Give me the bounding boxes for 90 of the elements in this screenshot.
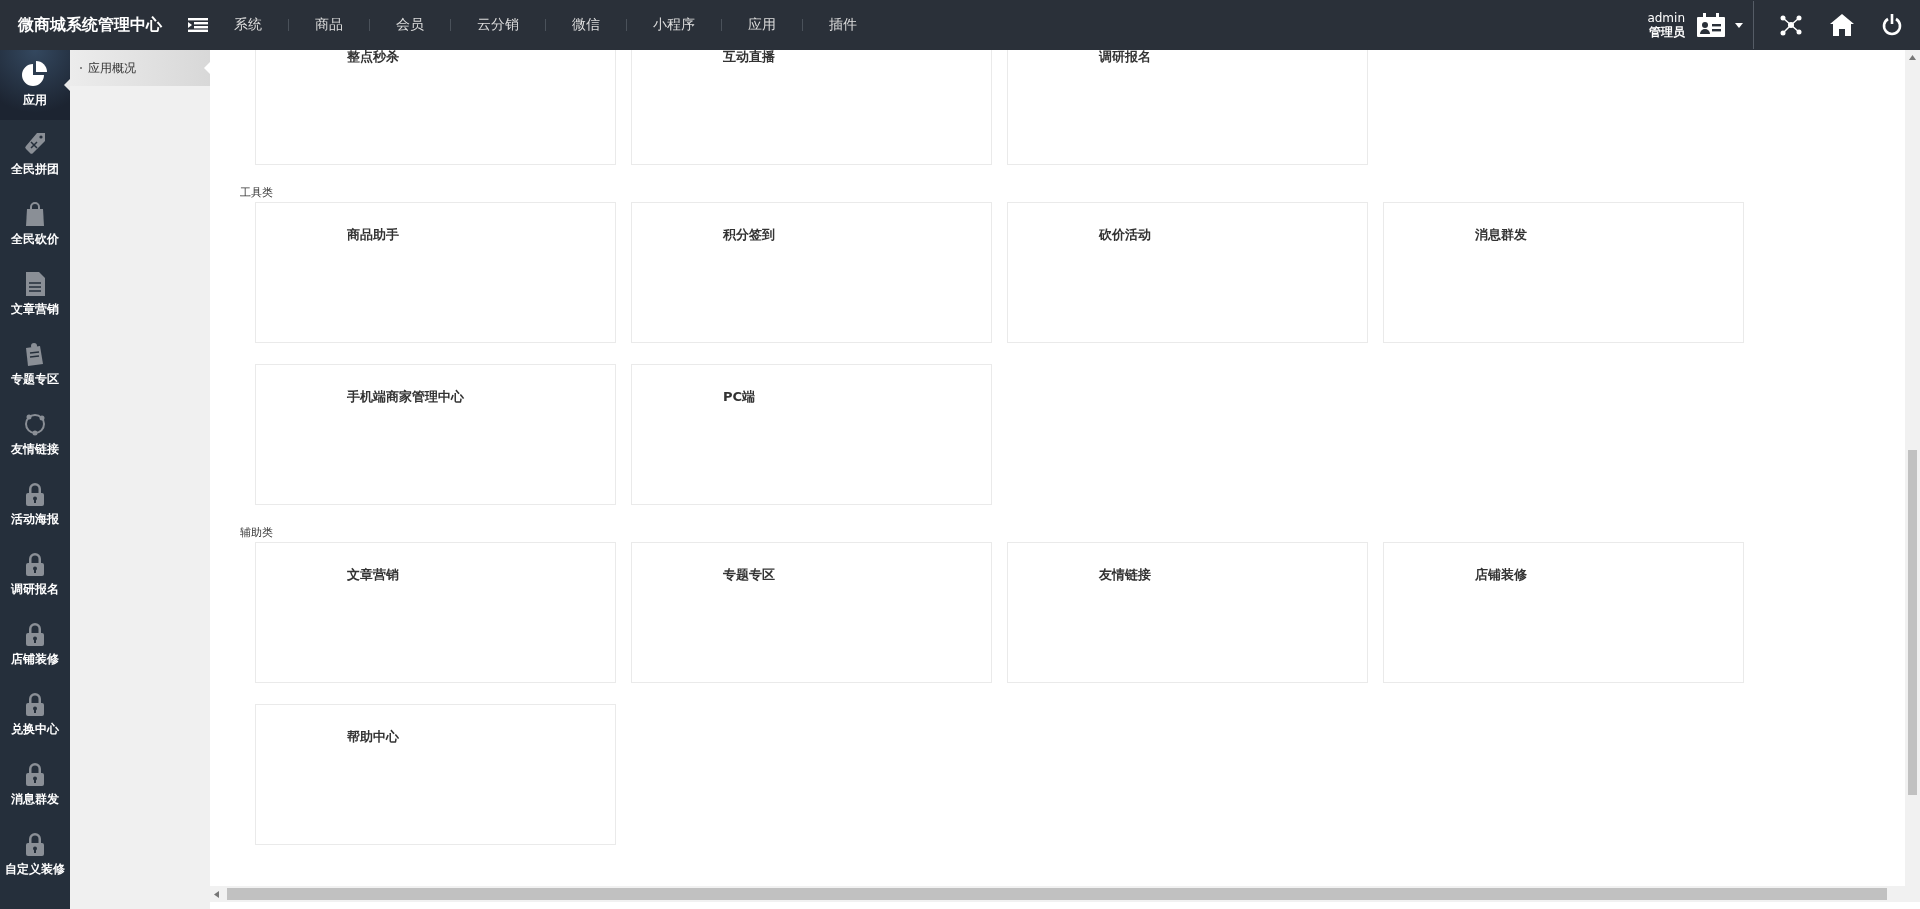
pie-chart-icon <box>22 61 48 87</box>
lock-icon <box>24 692 46 716</box>
sidebar-item[interactable]: 文章营销 <box>0 260 70 330</box>
sidebar-item[interactable]: 活动海报 <box>0 470 70 540</box>
tag-icon <box>23 132 47 156</box>
nav-item[interactable]: 云分销 <box>451 16 545 34</box>
sidebar-label: 活动海报 <box>11 511 59 528</box>
app-card[interactable]: 商品助手 <box>255 202 616 343</box>
notes-icon <box>24 342 46 366</box>
app-card[interactable]: 手机端商家管理中心 <box>255 364 616 505</box>
lock-icon <box>24 832 46 856</box>
caret-icon[interactable] <box>1735 22 1743 28</box>
app-card[interactable]: 店铺装修 <box>1383 542 1744 683</box>
section-label: 辅助类 <box>240 525 273 540</box>
app-title: 微商城系统管理中心 <box>18 14 163 36</box>
scroll-thumb[interactable] <box>227 888 1887 900</box>
lock-icon <box>24 552 46 576</box>
sidebar-label: 友情链接 <box>11 441 59 458</box>
scroll-up-icon[interactable] <box>1909 55 1916 60</box>
shopping-bag-icon <box>25 202 45 226</box>
app-card[interactable]: 互动直播 <box>631 50 992 165</box>
app-card[interactable]: 帮助中心 <box>255 704 616 845</box>
app-card[interactable]: 友情链接 <box>1007 542 1368 683</box>
user-role: 管理员 <box>1649 25 1685 39</box>
sidebar-item[interactable]: 自定义装修 <box>0 820 70 890</box>
card-title: 砍价活动 <box>1099 227 1151 242</box>
document-icon <box>25 272 45 296</box>
sidebar-item[interactable]: 友情链接 <box>0 400 70 470</box>
app-card[interactable]: PC端 <box>631 364 992 505</box>
scroll-left-icon[interactable] <box>214 890 219 898</box>
app-card[interactable]: 整点秒杀 <box>255 50 616 165</box>
sidebar-label: 应用 <box>23 92 47 109</box>
sidebar-label: 自定义装修 <box>5 861 65 878</box>
card-title: 调研报名 <box>1099 50 1151 64</box>
sidebar-item[interactable]: 店铺装修 <box>0 610 70 680</box>
card-title: 店铺装修 <box>1475 567 1527 582</box>
sidebar-item[interactable]: 消息群发 <box>0 750 70 820</box>
card-title: 专题专区 <box>723 567 775 582</box>
submenu-item[interactable]: 应用概况 <box>70 50 210 86</box>
sidebar-item[interactable]: 应用 <box>0 50 70 120</box>
sidebar-label: 调研报名 <box>11 581 59 598</box>
nav-item[interactable]: 商品 <box>289 16 369 34</box>
link-circle-icon <box>23 412 47 436</box>
sidebar-label: 文章营销 <box>11 301 59 318</box>
sidebar-label: 消息群发 <box>11 791 59 808</box>
card-title: 消息群发 <box>1475 227 1527 242</box>
sidebar-label: 全民砍价 <box>11 231 59 248</box>
section-label: 工具类 <box>240 185 273 200</box>
sidebar-label: 店铺装修 <box>11 651 59 668</box>
card-title: 友情链接 <box>1099 567 1151 582</box>
card-title: 帮助中心 <box>347 729 399 744</box>
card-title: 文章营销 <box>347 567 399 582</box>
lock-icon <box>24 622 46 646</box>
app-card[interactable]: 调研报名 <box>1007 50 1368 165</box>
sidebar-label: 兑换中心 <box>11 721 59 738</box>
sidebar-item[interactable]: 全民拼团 <box>0 120 70 190</box>
sidebar-item[interactable]: 调研报名 <box>0 540 70 610</box>
sidebar-label: 专题专区 <box>11 371 59 388</box>
card-title: PC端 <box>723 389 756 404</box>
nav-item[interactable]: 插件 <box>803 16 883 34</box>
nav-item[interactable]: 应用 <box>722 16 802 34</box>
app-card[interactable]: 积分签到 <box>631 202 992 343</box>
app-card[interactable]: 消息群发 <box>1383 202 1744 343</box>
card-title: 手机端商家管理中心 <box>347 389 464 404</box>
lock-icon <box>24 482 46 506</box>
card-title: 商品助手 <box>347 227 399 242</box>
app-card[interactable]: 砍价活动 <box>1007 202 1368 343</box>
sidebar-item[interactable]: 专题专区 <box>0 330 70 400</box>
app-card[interactable]: 文章营销 <box>255 542 616 683</box>
sidebar-item[interactable]: 兑换中心 <box>0 680 70 750</box>
network-icon[interactable] <box>1780 14 1802 36</box>
sidebar-item[interactable]: 全民砍价 <box>0 190 70 260</box>
card-title: 整点秒杀 <box>347 50 399 64</box>
card-title: 互动直播 <box>723 50 775 64</box>
power-icon[interactable] <box>1882 14 1902 36</box>
nav-item[interactable]: 小程序 <box>627 16 721 34</box>
home-icon[interactable] <box>1830 14 1854 36</box>
menu-icon[interactable] <box>188 18 208 32</box>
lock-icon <box>24 762 46 786</box>
scroll-thumb[interactable] <box>1908 450 1917 795</box>
nav-item[interactable]: 系统 <box>208 16 288 34</box>
user-name: admin <box>1647 11 1685 25</box>
sidebar-label: 全民拼团 <box>11 161 59 178</box>
nav-item[interactable]: 微信 <box>546 16 626 34</box>
vertical-scrollbar[interactable] <box>1905 50 1920 886</box>
nav-item[interactable]: 会员 <box>370 16 450 34</box>
id-card-icon[interactable] <box>1697 13 1725 37</box>
horizontal-scrollbar[interactable] <box>210 886 1920 902</box>
card-title: 积分签到 <box>723 227 775 242</box>
app-card[interactable]: 专题专区 <box>631 542 992 683</box>
